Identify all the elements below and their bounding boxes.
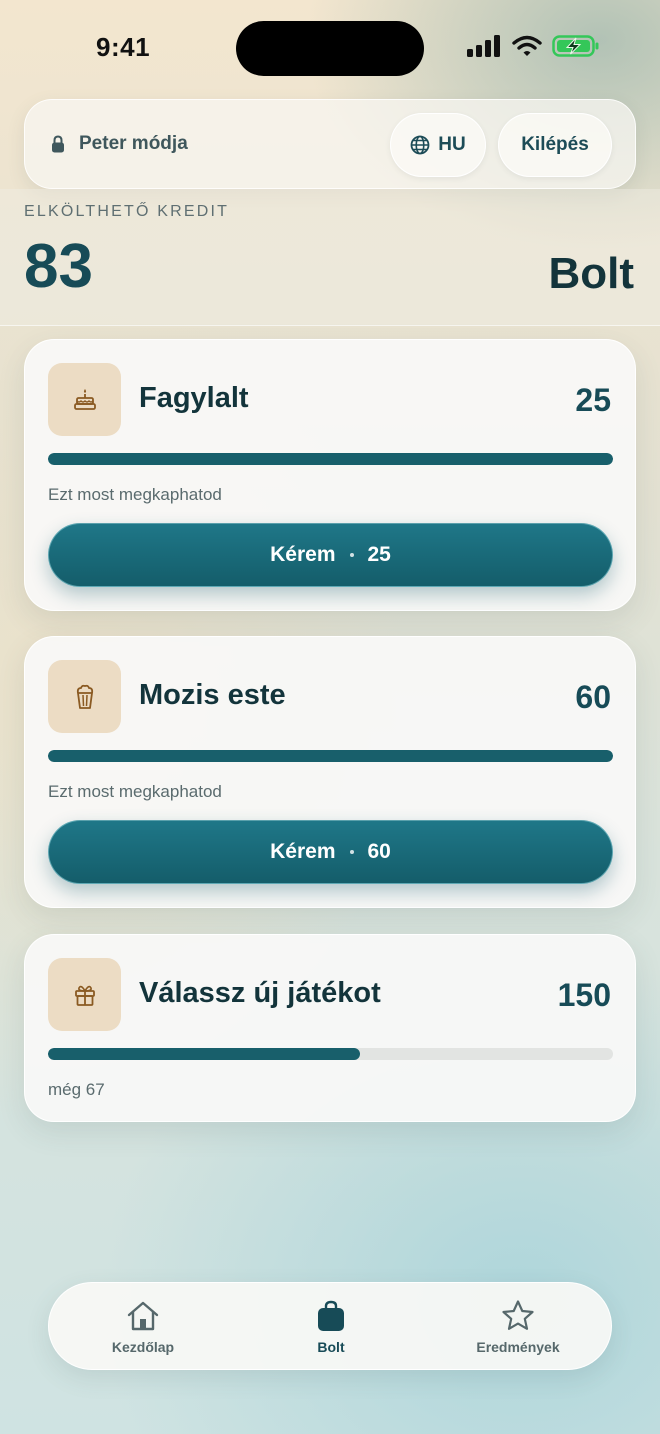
cake-icon [73, 388, 96, 410]
status-time: 9:41 [96, 32, 151, 62]
credit-value: 83 [24, 232, 93, 301]
nav-item-home[interactable]: Kezdőlap [93, 1283, 193, 1371]
redeem-button[interactable]: Kérem 25 [48, 523, 613, 587]
separator-dot [349, 553, 354, 557]
reward-price: 25 [575, 382, 611, 418]
page-title: Bolt [548, 249, 634, 298]
wifi-icon [512, 35, 542, 56]
reward-price: 150 [557, 977, 611, 1013]
credit-header: ELKÖLTHETŐ KREDIT 83 Bolt [0, 189, 660, 326]
reward-progress-track [48, 453, 613, 465]
reward-card: Mozis este 60 Ezt most megkaphatod Kérem… [24, 636, 636, 908]
logout-label: Kilépés [521, 134, 589, 155]
status-icons [466, 34, 600, 58]
reward-title: Fagylalt [139, 382, 249, 414]
logout-button[interactable]: Kilépés [498, 113, 612, 177]
shopping-bag-icon [318, 1300, 344, 1331]
redeem-button[interactable]: Kérem 60 [48, 820, 613, 884]
cellular-signal-icon [467, 35, 500, 57]
separator-dot [349, 850, 354, 854]
reward-progress-fill [48, 1048, 361, 1060]
reward-progress-track [48, 750, 613, 762]
home-icon [127, 1301, 159, 1331]
reward-card: Fagylalt 25 Ezt most megkaphatod Kérem 2… [24, 339, 636, 611]
redeem-button-price: 25 [367, 543, 391, 566]
nav-item-shop[interactable]: Bolt [281, 1283, 381, 1371]
redeem-button-label: Kérem [270, 840, 336, 863]
gift-icon [74, 985, 95, 1006]
reward-progress-track [48, 1048, 613, 1060]
reward-card: Válassz új játékot 150 még 67 [24, 934, 636, 1122]
nav-item-achievements[interactable]: Eredmények [463, 1283, 573, 1371]
reward-price: 60 [575, 679, 611, 715]
redeem-button-price: 60 [367, 840, 391, 863]
reward-icon-tile [48, 958, 121, 1031]
reward-icon-tile [48, 660, 121, 733]
language-label: HU [438, 134, 466, 155]
credit-caption: ELKÖLTHETŐ KREDIT [24, 203, 230, 220]
dynamic-island [236, 21, 424, 76]
reward-progress-fill [48, 453, 613, 465]
reward-status: Ezt most megkaphatod [48, 782, 222, 801]
bottom-nav: Kezdőlap Bolt Eredmények [48, 1282, 612, 1370]
star-icon [502, 1300, 534, 1330]
language-button[interactable]: HU [390, 113, 486, 177]
globe-icon [410, 135, 430, 155]
reward-status: Ezt most megkaphatod [48, 485, 222, 504]
nav-label-shop: Bolt [317, 1339, 345, 1355]
battery-charging-icon [552, 35, 599, 57]
redeem-button-label: Kérem [270, 543, 336, 566]
reward-title: Válassz új játékot [139, 977, 381, 1009]
mode-label: Peter módja [79, 133, 188, 154]
reward-title: Mozis este [139, 679, 286, 711]
nav-label-home: Kezdőlap [111, 1339, 175, 1355]
popcorn-icon [76, 684, 93, 709]
reward-status: még 67 [48, 1080, 105, 1099]
reward-icon-tile [48, 363, 121, 436]
reward-progress-fill [48, 750, 613, 762]
nav-label-achievements: Eredmények [476, 1339, 560, 1355]
status-bar: 9:41 [0, 0, 660, 96]
lock-icon [52, 135, 64, 153]
top-bar: Peter módja HU Kilépés [24, 99, 636, 189]
